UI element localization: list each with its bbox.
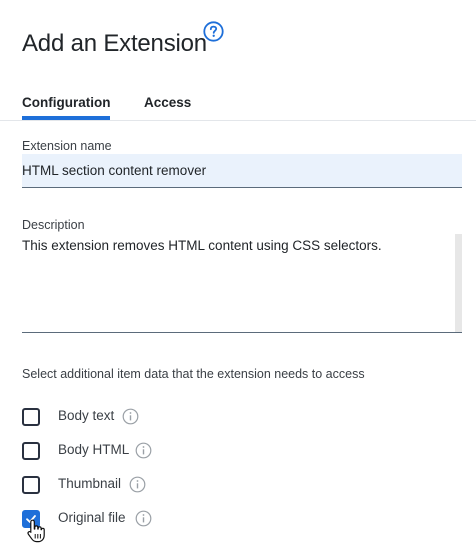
description-label: Description	[22, 218, 85, 232]
option-original-file: Original file	[22, 509, 222, 529]
body-text-checkbox[interactable]	[22, 408, 40, 426]
option-thumbnail: Thumbnail	[22, 475, 222, 495]
info-icon[interactable]	[129, 476, 146, 493]
body-html-checkbox[interactable]	[22, 442, 40, 460]
thumbnail-label[interactable]: Thumbnail	[58, 476, 121, 491]
info-icon[interactable]	[122, 408, 139, 425]
tab-bar: Configuration Access	[0, 94, 476, 121]
thumbnail-checkbox[interactable]	[22, 476, 40, 494]
extension-name-input[interactable]	[22, 154, 462, 188]
body-text-label[interactable]: Body text	[58, 408, 114, 423]
description-textarea[interactable]: This extension removes HTML content usin…	[22, 234, 462, 333]
tab-access[interactable]: Access	[144, 95, 191, 110]
option-body-text: Body text	[22, 407, 222, 427]
option-body-html: Body HTML	[22, 441, 222, 461]
description-scrollbar[interactable]	[455, 234, 462, 332]
info-icon[interactable]	[135, 510, 152, 527]
hand-pointer-icon	[27, 519, 45, 543]
info-icon[interactable]	[135, 442, 152, 459]
tab-configuration[interactable]: Configuration	[22, 95, 111, 120]
page-title: Add an Extension	[22, 30, 207, 58]
help-question-icon[interactable]	[203, 21, 224, 42]
body-html-label[interactable]: Body HTML	[58, 442, 129, 457]
original-file-label[interactable]: Original file	[58, 510, 126, 525]
extension-name-label: Extension name	[22, 139, 112, 153]
access-instructions: Select additional item data that the ext…	[22, 367, 365, 381]
